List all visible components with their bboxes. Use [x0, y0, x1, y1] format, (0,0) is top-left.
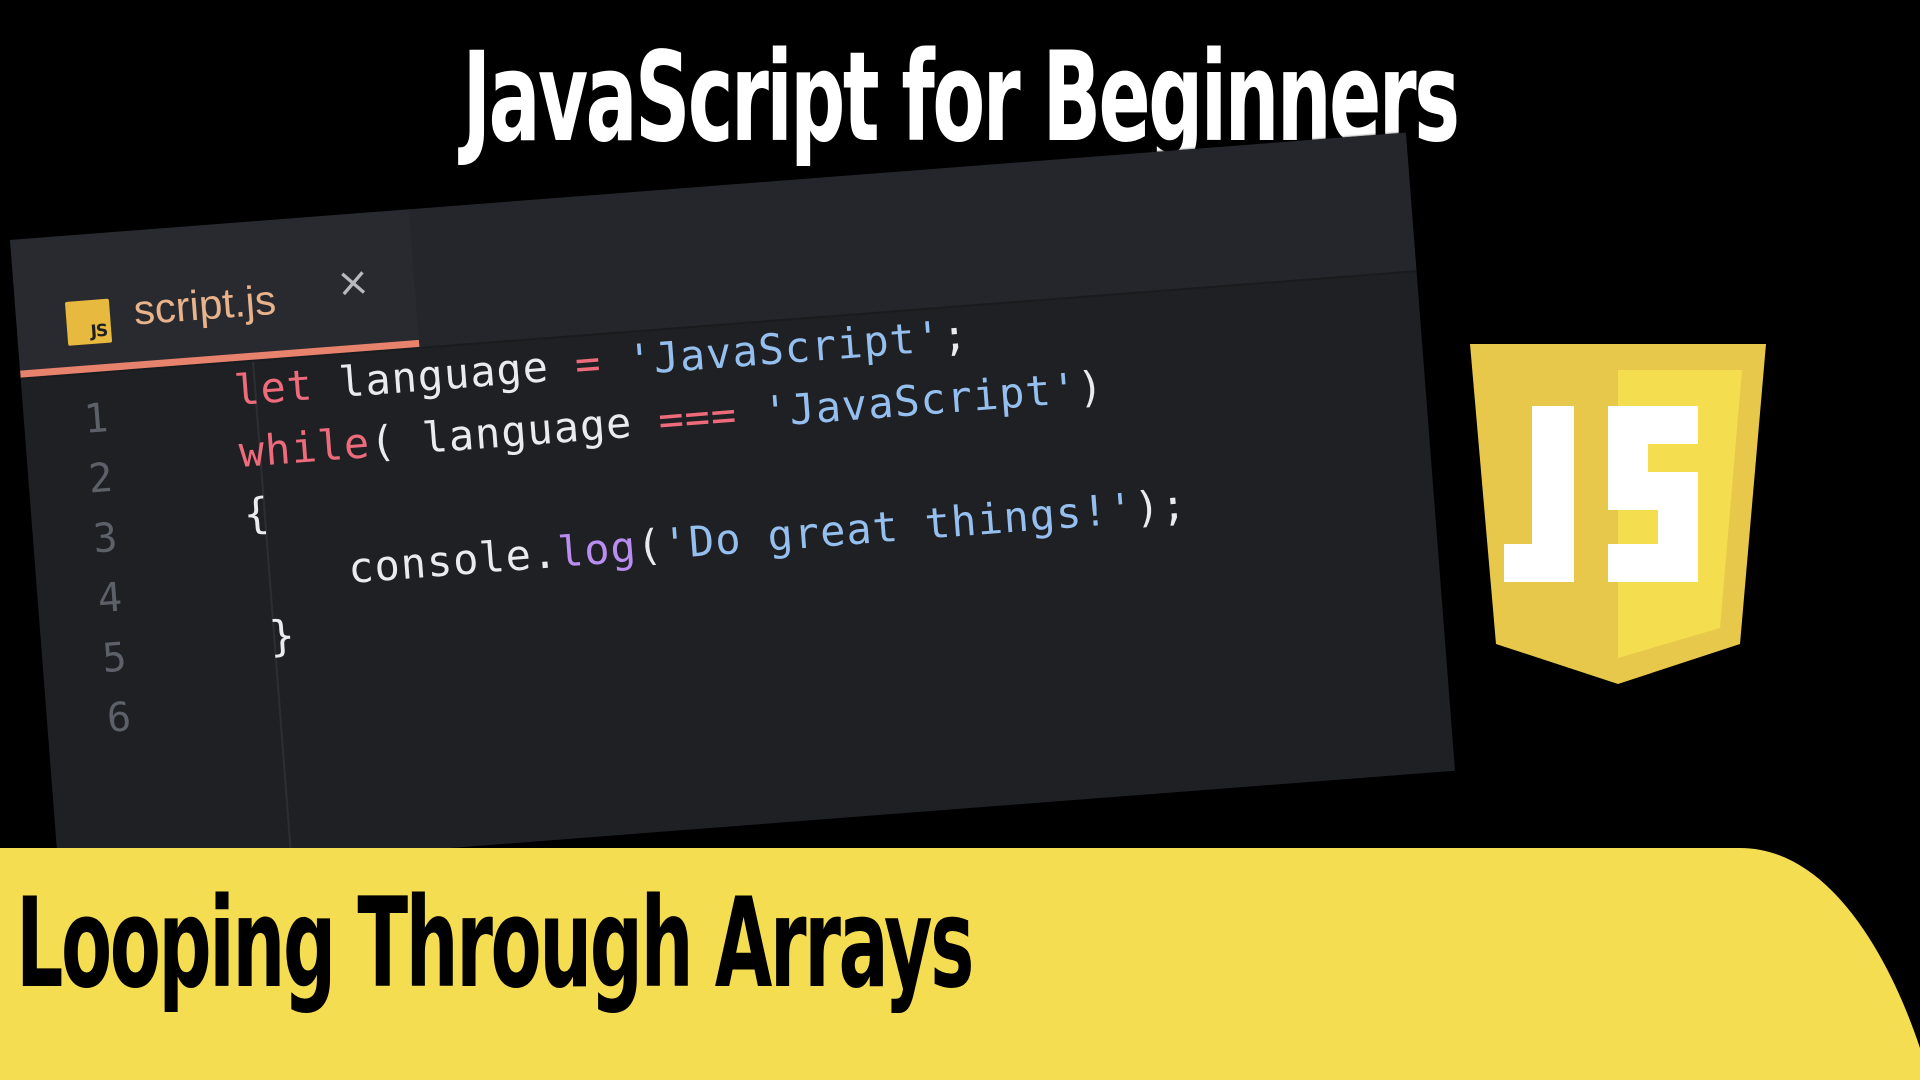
- condition-open: ( language: [368, 395, 661, 467]
- js-file-icon: JS: [64, 298, 113, 346]
- line-number: 6: [105, 694, 133, 742]
- console-object: console.: [346, 527, 560, 593]
- operator-assign: =: [573, 338, 604, 389]
- keyword-while: while: [237, 418, 372, 477]
- close-icon[interactable]: ×: [335, 259, 372, 307]
- line-number: 3: [91, 514, 120, 563]
- semicolon: ;: [940, 309, 970, 361]
- code-line-4[interactable]: console.log('Do great things!');: [346, 480, 1188, 593]
- js-file-icon-label: JS: [89, 320, 109, 343]
- string-literal: 'Do great things!': [660, 483, 1137, 569]
- line-number: 4: [96, 574, 124, 623]
- tab-label: script.js: [131, 275, 278, 334]
- javascript-logo-icon: [1470, 344, 1766, 684]
- paren-close: );: [1132, 479, 1189, 533]
- condition-close: ): [1075, 361, 1106, 413]
- operator-strict-equal: ===: [656, 389, 739, 445]
- line-number: 2: [86, 454, 115, 503]
- function-log: log: [555, 521, 639, 577]
- open-brace: {: [241, 487, 272, 539]
- keyword-let: let: [232, 360, 315, 416]
- close-brace: }: [267, 610, 298, 662]
- string-literal: 'JavaScript': [735, 363, 1080, 439]
- line-number: 5: [100, 634, 129, 683]
- tab-script-js[interactable]: JS script.js ×: [10, 209, 420, 378]
- code-editor-panel: JS script.js × 1 2 3 4 5 6 let language …: [10, 132, 1455, 879]
- page-subtitle: Looping Through Arrays: [16, 872, 974, 1016]
- logo-letter-s: [1608, 406, 1698, 582]
- code-line-3[interactable]: {: [242, 488, 272, 539]
- line-number: 1: [82, 395, 110, 443]
- thumbnail-canvas: JavaScript for Beginners JS script.js × …: [0, 0, 1920, 1080]
- code-line-5[interactable]: }: [267, 610, 297, 661]
